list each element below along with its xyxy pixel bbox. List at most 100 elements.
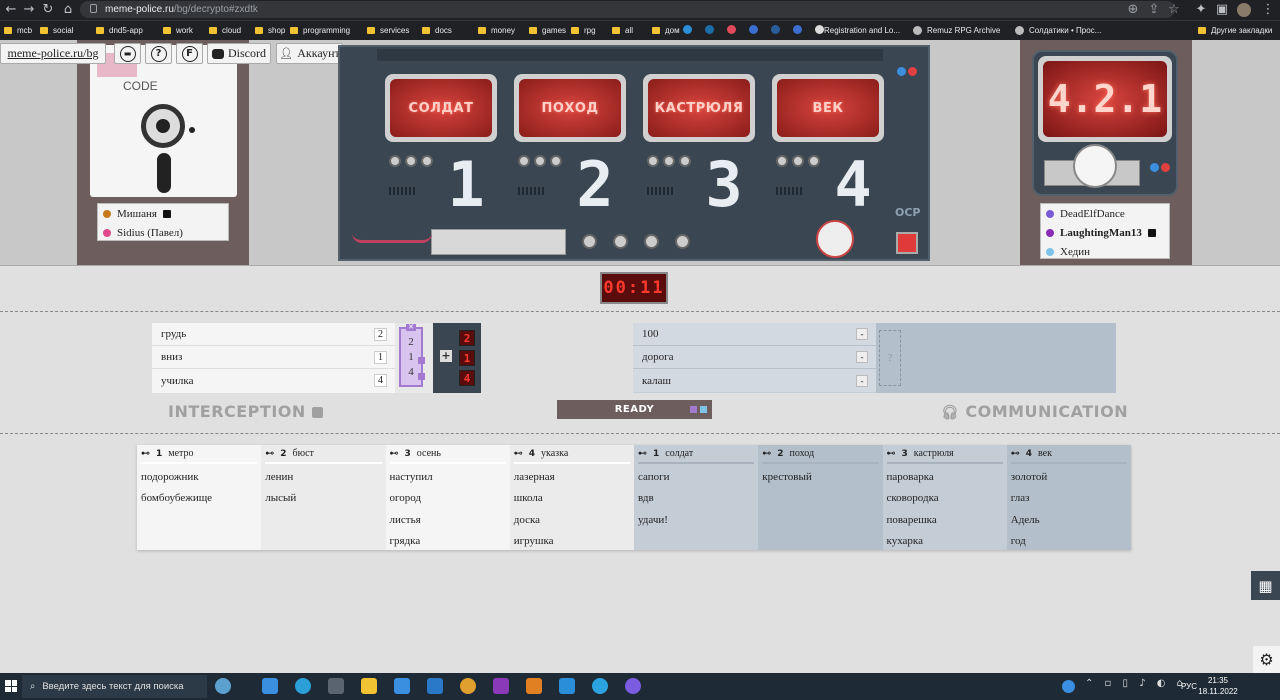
key-icon: ⊷ <box>638 448 647 459</box>
store-icon[interactable] <box>394 678 410 694</box>
player-color-dot <box>1046 209 1054 218</box>
forward-icon[interactable]: → <box>21 2 37 18</box>
windows-start-icon[interactable] <box>5 680 17 692</box>
bookmark-favicon-icon[interactable] <box>793 25 802 34</box>
mail-icon[interactable] <box>427 678 443 694</box>
bookmark-item[interactable]: дом <box>652 21 680 39</box>
keyword-clue: огород <box>389 492 422 505</box>
bookmark-item[interactable]: dnd5-app <box>96 21 143 39</box>
app-icon[interactable] <box>493 678 509 694</box>
sidepanel-icon[interactable]: ▣ <box>1214 2 1230 18</box>
url-text[interactable]: meme-police.ru/bg/decrypto#zxdtk <box>105 1 258 18</box>
close-icon[interactable]: ✕ <box>406 324 416 331</box>
app-icon[interactable] <box>526 678 542 694</box>
bookmark-favicon-icon[interactable] <box>705 25 714 34</box>
cortana-icon[interactable] <box>215 678 231 694</box>
folder-icon <box>40 26 48 34</box>
remove-button[interactable]: - <box>856 328 868 340</box>
drag-handle[interactable] <box>418 357 425 364</box>
clue-number[interactable]: 4 <box>374 374 387 387</box>
share-icon[interactable]: ⇪ <box>1146 2 1162 18</box>
bookmark-item[interactable]: all <box>612 21 633 39</box>
communication-title: 🎧︎ COMMUNICATION <box>941 402 1129 421</box>
bookmark-item[interactable]: shop <box>255 21 285 39</box>
language-indicator[interactable]: РУС <box>1181 675 1197 698</box>
site-home-link[interactable]: meme-police.ru/bg <box>0 43 106 64</box>
guess-digit[interactable]: 2 <box>459 330 475 346</box>
discord-icon <box>212 48 224 59</box>
chat-button[interactable]: ▬ <box>114 43 141 64</box>
edge-icon[interactable] <box>295 678 311 694</box>
bookmark-item[interactable]: services <box>367 21 409 39</box>
add-button[interactable]: + <box>440 350 452 362</box>
bookmark-item[interactable]: rpg <box>571 21 596 39</box>
remove-button[interactable]: - <box>856 374 868 387</box>
vent <box>389 187 415 195</box>
app-icon[interactable] <box>559 678 575 694</box>
keyword-clue: год <box>1010 535 1026 548</box>
account-button[interactable]: 👤︎ Аккаунт <box>276 43 343 64</box>
bookmark-item[interactable]: Другие закладки <box>1198 21 1272 39</box>
machine-slots-bar <box>377 49 883 61</box>
discord-button[interactable]: Discord <box>207 43 271 64</box>
app-icon[interactable] <box>625 678 641 694</box>
bookmark-favicon-icon[interactable] <box>727 25 736 34</box>
guess-digit[interactable]: 4 <box>459 370 475 386</box>
bookmark-item[interactable]: money <box>478 21 515 39</box>
taskbar-search[interactable]: ⌕ Введите здесь текст для поиска <box>22 675 207 698</box>
keyword-clue: грядка <box>389 535 421 548</box>
clue-number[interactable]: 2 <box>374 327 387 341</box>
folder-icon <box>529 26 537 34</box>
drag-handle[interactable] <box>418 373 425 380</box>
clue-row: вниз 1 <box>152 346 395 369</box>
telegram-icon[interactable] <box>592 678 608 694</box>
machine-red-button[interactable] <box>896 232 918 254</box>
bookmark-item[interactable]: social <box>40 21 73 39</box>
clue-number[interactable]: 1 <box>374 350 387 364</box>
bookmark-favicon-icon[interactable] <box>683 25 692 34</box>
bookmark-item[interactable]: cloud <box>209 21 241 39</box>
left-players-list: Мишаня Sidius (Павел) <box>97 203 229 241</box>
folder-icon <box>163 26 171 34</box>
keyword-clue: бомбоубежище <box>141 492 213 505</box>
remove-button[interactable]: - <box>856 351 868 363</box>
calendar-icon: ▦ <box>1258 576 1273 595</box>
task-view-icon[interactable] <box>262 678 278 694</box>
bookmark-item[interactable]: mcb <box>4 21 32 39</box>
menu-icon[interactable]: ⋮ <box>1260 2 1276 18</box>
keyword-screen-3: КАСТРЮЛЯ <box>643 74 755 142</box>
bookmark-item[interactable]: games <box>529 21 566 39</box>
guess-digit[interactable]: 1 <box>459 350 475 366</box>
keyword-clue: кухарка <box>886 535 924 548</box>
bookmark-favicon-icon[interactable] <box>815 25 824 34</box>
taskbar-clock[interactable]: 21:35 18.11.2022 <box>1198 675 1238 698</box>
bookmark-item[interactable]: Remuz RPG Archive <box>913 21 1000 39</box>
notes-button[interactable]: ▦ <box>1251 571 1280 600</box>
bookmark-item[interactable]: Солдатики • Прос... <box>1015 21 1101 39</box>
settings-button[interactable]: ⚙ <box>1253 646 1280 673</box>
extensions-icon[interactable]: ✦ <box>1193 2 1209 18</box>
bookmark-favicon-icon[interactable] <box>771 25 780 34</box>
bookmark-item[interactable]: work <box>163 21 193 39</box>
explorer-icon[interactable] <box>361 678 377 694</box>
zoom-icon[interactable]: ⊕ <box>1125 2 1141 18</box>
bookmark-favicon-icon[interactable] <box>749 25 758 34</box>
bookmark-item[interactable]: docs <box>422 21 452 39</box>
f-button[interactable]: F <box>176 43 203 64</box>
home-icon[interactable]: ⌂ <box>60 2 76 18</box>
reload-icon[interactable]: ↻ <box>40 2 56 18</box>
keyword-column-left-1: ⊷ 1 метро подорожник бомбоубежище <box>137 445 262 550</box>
help-button[interactable]: ? <box>145 43 172 64</box>
vent <box>647 187 673 195</box>
help-tray-icon[interactable] <box>1062 680 1075 693</box>
star-icon[interactable]: ☆ <box>1166 2 1182 18</box>
profile-avatar[interactable] <box>1237 3 1251 17</box>
folder-icon <box>571 26 579 34</box>
code-drop-slot[interactable]: ? <box>879 330 901 386</box>
ready-button[interactable]: READY <box>557 400 712 419</box>
tray-icons[interactable]: ⌃ ▫ ▯ ♪ ◐ ⌂ <box>1085 678 1187 689</box>
app-icon[interactable] <box>328 678 344 694</box>
chrome-icon[interactable] <box>460 678 476 694</box>
back-icon[interactable]: ← <box>3 2 19 18</box>
bookmark-item[interactable]: programming <box>290 21 350 39</box>
